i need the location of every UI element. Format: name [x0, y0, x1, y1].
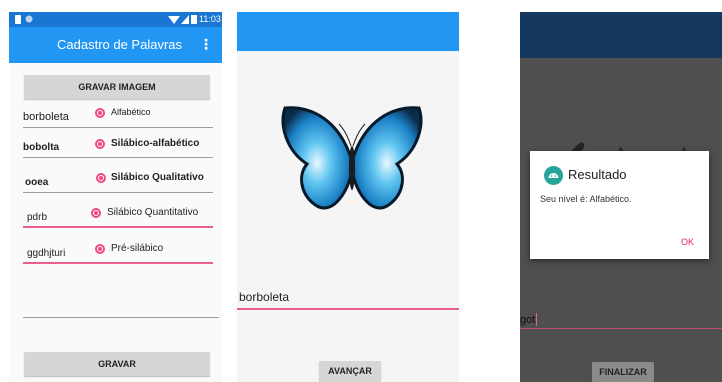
record-image-label: GRAVAR IMAGEM — [78, 82, 156, 92]
word-input-2[interactable]: bobolta — [23, 142, 59, 153]
level-label-1: Alfabético — [111, 107, 151, 117]
android-icon — [544, 166, 563, 185]
result-dialog: Resultado Seu nível é: Alfabético. OK — [530, 151, 709, 259]
word-input-underline — [237, 308, 459, 310]
radio-icon[interactable] — [91, 208, 101, 218]
word-input-3[interactable]: ooea — [25, 177, 48, 188]
empty-field-underline[interactable] — [23, 317, 219, 318]
text-cursor — [536, 313, 537, 326]
save-label: GRAVAR — [98, 359, 136, 369]
word-row-1: borboleta Alfabético — [23, 104, 219, 128]
screen-cadastro: 11:03 Cadastro de Palavras ⋮ GRAVAR IMAG… — [9, 12, 222, 382]
record-icon — [25, 15, 33, 23]
word-row-3: ooea Silábico Qualitativo — [23, 169, 219, 193]
app-bar: Cadastro de Palavras ⋮ — [9, 27, 222, 63]
finish-label: FINALIZAR — [599, 367, 647, 377]
app-bar — [237, 12, 459, 51]
finish-button[interactable]: FINALIZAR — [592, 362, 654, 382]
word-underline-4 — [23, 226, 213, 228]
word-underline-3 — [23, 192, 213, 193]
signal-icon — [181, 15, 189, 24]
word-row-4: pdrb Silábico Quantitativo — [23, 204, 219, 228]
screen-result: Resultado Seu nível é: Alfabético. OK go… — [520, 12, 722, 382]
level-label-5: Pré-silábico — [111, 243, 164, 254]
word-underline-1 — [23, 127, 213, 128]
record-image-button[interactable]: GRAVAR IMAGEM — [24, 75, 210, 99]
word-row-5: ggdhjturi Pré-silábico — [23, 240, 219, 264]
status-bar: 11:03 — [9, 12, 222, 27]
status-time: 11:03 — [199, 14, 221, 24]
word-input-4[interactable]: pdrb — [27, 212, 47, 223]
butterfly-image — [281, 106, 423, 210]
word-input[interactable]: got — [520, 314, 535, 326]
dialog-message: Seu nível é: Alfabético. — [540, 194, 632, 204]
screen-image-word: borboleta AVANÇAR — [237, 12, 459, 382]
word-row-2: bobolta Silábico-alfabético — [23, 134, 219, 158]
battery-icon — [191, 15, 197, 24]
more-vert-icon[interactable]: ⋮ — [199, 36, 213, 53]
level-label-3: Silábico Qualitativo — [111, 172, 204, 183]
next-label: AVANÇAR — [328, 366, 372, 376]
radio-icon[interactable] — [96, 173, 106, 183]
radio-icon[interactable] — [95, 108, 105, 118]
word-input[interactable]: borboleta — [239, 290, 289, 304]
word-input-1[interactable]: borboleta — [23, 111, 69, 123]
radio-icon[interactable] — [95, 139, 105, 149]
word-underline-5 — [23, 262, 213, 264]
dialog-ok-button[interactable]: OK — [681, 237, 694, 247]
next-button[interactable]: AVANÇAR — [319, 361, 381, 382]
radio-icon[interactable] — [95, 244, 105, 254]
sim-icon — [15, 15, 21, 24]
word-input-underline — [520, 328, 722, 329]
dialog-title: Resultado — [568, 167, 627, 182]
app-title: Cadastro de Palavras — [57, 37, 183, 52]
word-input-5[interactable]: ggdhjturi — [27, 248, 65, 259]
save-button[interactable]: GRAVAR — [24, 352, 210, 376]
level-label-4: Silábico Quantitativo — [107, 207, 199, 218]
word-underline-2 — [23, 157, 213, 158]
app-bar — [520, 12, 722, 58]
level-label-2: Silábico-alfabético — [111, 138, 200, 149]
wifi-icon — [168, 16, 180, 24]
